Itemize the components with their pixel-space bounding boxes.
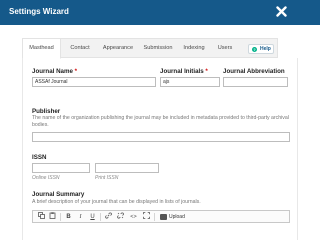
publisher-input[interactable] bbox=[32, 132, 290, 142]
wizard-header: Settings Wizard bbox=[0, 0, 320, 25]
tab-users[interactable]: Users bbox=[211, 39, 239, 58]
print-issn-input[interactable] bbox=[95, 163, 159, 173]
toolbar-divider bbox=[154, 213, 155, 221]
close-icon bbox=[276, 6, 287, 17]
journal-name-input[interactable] bbox=[32, 77, 156, 87]
journal-abbreviation-label: Journal Abbreviation bbox=[223, 68, 285, 75]
help-label: Help bbox=[260, 46, 271, 52]
publisher-description: The name of the organization publishing … bbox=[32, 115, 289, 128]
journal-abbreviation-input[interactable] bbox=[223, 77, 288, 87]
link-icon[interactable] bbox=[104, 212, 113, 222]
toolbar-divider bbox=[60, 213, 61, 221]
close-button[interactable] bbox=[272, 2, 292, 22]
online-issn-input[interactable] bbox=[32, 163, 90, 173]
journal-summary-label: Journal Summary bbox=[32, 191, 85, 198]
masthead-form: Journal Name * Journal Initials * Journa… bbox=[22, 58, 298, 240]
issn-label: ISSN bbox=[32, 154, 47, 161]
required-mark: * bbox=[74, 68, 78, 75]
upload-button[interactable]: Upload bbox=[158, 212, 189, 222]
help-button[interactable]: ? Help bbox=[248, 44, 274, 54]
journal-initials-label: Journal Initials * bbox=[160, 68, 208, 75]
online-issn-label: Online ISSN bbox=[32, 175, 60, 181]
wizard-title: Settings Wizard bbox=[9, 7, 69, 16]
paste-icon[interactable] bbox=[48, 212, 57, 222]
code-icon[interactable]: <> bbox=[128, 212, 139, 222]
print-issn-label: Print ISSN bbox=[95, 175, 119, 181]
help-icon: ? bbox=[252, 46, 257, 52]
upload-label: Upload bbox=[169, 214, 185, 220]
required-mark: * bbox=[205, 68, 208, 75]
settings-tabs: Masthead Contact Appearance Submission I… bbox=[22, 38, 278, 59]
unlink-icon[interactable] bbox=[116, 212, 125, 222]
italic-icon[interactable]: I bbox=[76, 212, 85, 222]
underline-icon[interactable]: U bbox=[88, 212, 97, 222]
journal-name-label: Journal Name * bbox=[32, 68, 78, 75]
editor-toolbar: B I U <> Upload bbox=[32, 210, 290, 223]
image-icon bbox=[160, 214, 167, 220]
tab-masthead[interactable]: Masthead bbox=[23, 39, 61, 59]
tab-appearance[interactable]: Appearance bbox=[97, 39, 139, 58]
journal-initials-input[interactable] bbox=[160, 77, 220, 87]
tab-contact[interactable]: Contact bbox=[63, 39, 97, 58]
copy-icon[interactable] bbox=[37, 212, 46, 222]
journal-summary-description: A brief description of your journal that… bbox=[32, 199, 201, 205]
publisher-label: Publisher bbox=[32, 108, 61, 115]
toolbar-divider bbox=[100, 213, 101, 221]
tab-indexing[interactable]: Indexing bbox=[177, 39, 211, 58]
tab-submission[interactable]: Submission bbox=[139, 39, 177, 58]
bold-icon[interactable]: B bbox=[64, 212, 73, 222]
fullscreen-icon[interactable] bbox=[142, 212, 151, 222]
